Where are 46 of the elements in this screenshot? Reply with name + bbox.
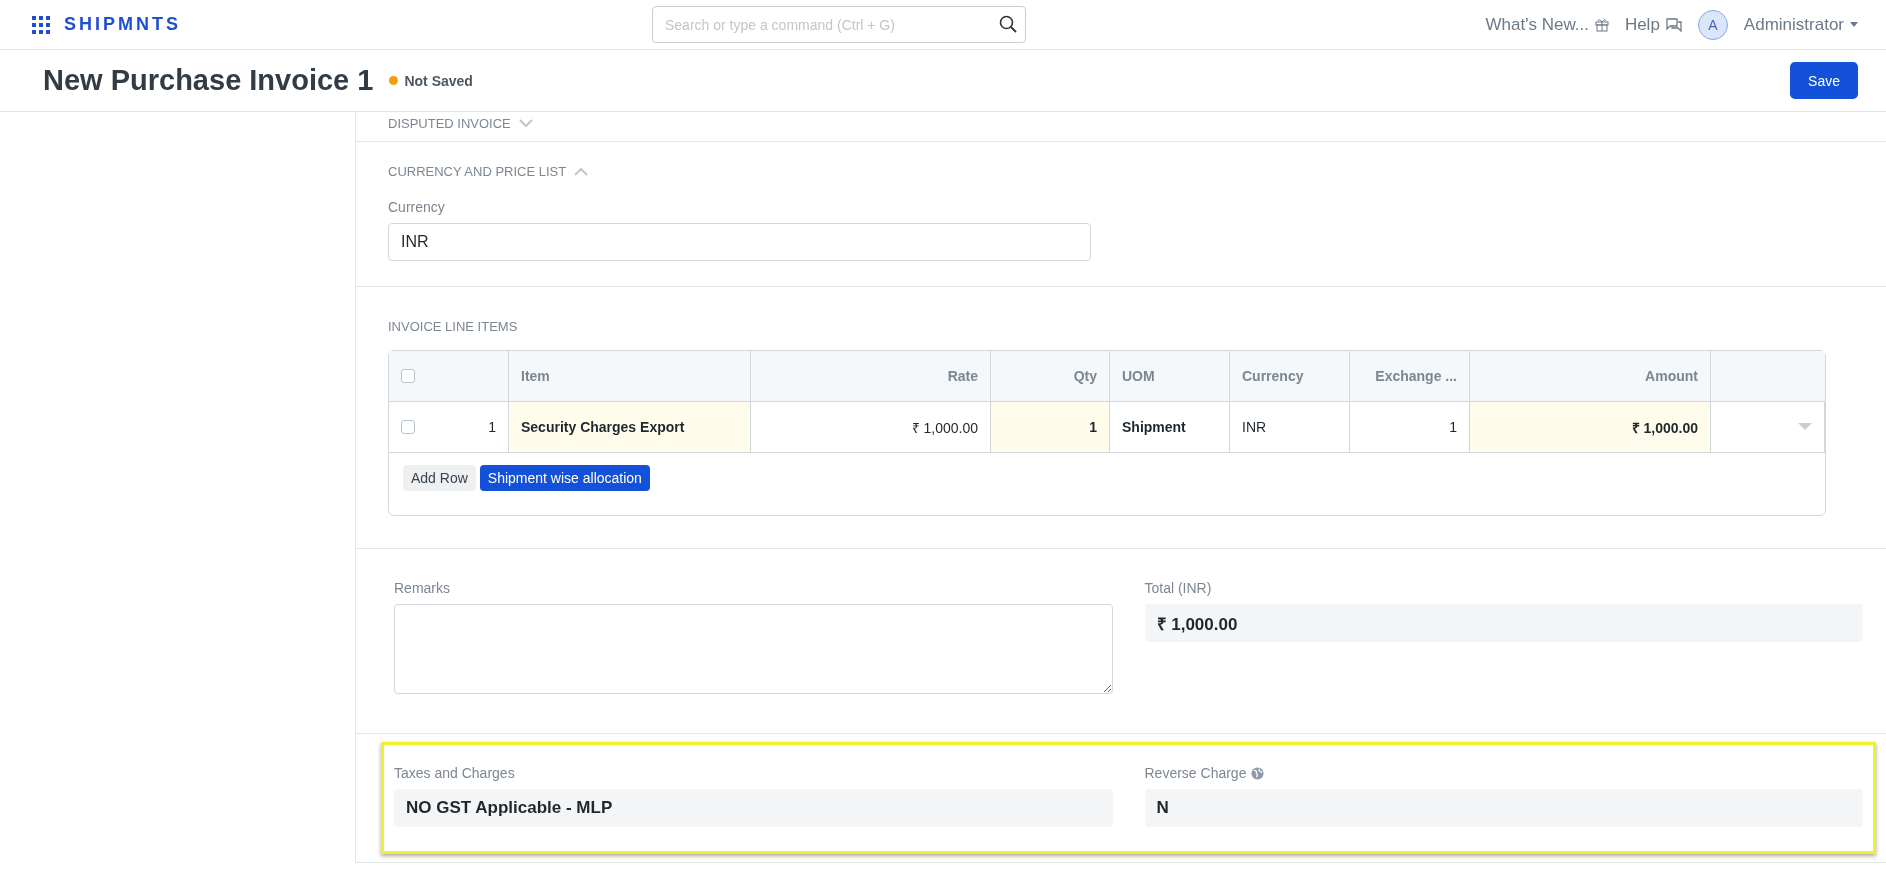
readonly-field: N [1144,789,1863,827]
column-header: Currency [1230,351,1350,401]
status-dot [389,76,399,85]
field-label: Remarks [394,580,450,596]
field-label: Currency [388,199,445,215]
save-button[interactable]: Save [1790,62,1858,99]
column-header: Item [509,351,751,401]
brand-logo[interactable]: SHIPMNTS [64,14,181,35]
table-cell: Security Charges Export [509,402,751,452]
column-header: Rate [751,351,991,401]
field-label: Taxes and Charges [394,765,515,781]
user-menu[interactable]: Administrator [1743,14,1858,35]
column-header: Exchange ... [1350,351,1470,401]
chevron-icon[interactable] [518,119,533,128]
currency-field[interactable]: INR [388,223,1091,261]
table-cell: ₹ 1,000.00 [1470,402,1711,452]
table-cell: 1 [991,402,1110,452]
readonly-field: ₹ 1,000.00 [1144,604,1863,642]
column-header: Amount [1470,351,1711,401]
field-label: Reverse Charge [1144,765,1247,781]
checkbox[interactable] [401,369,415,383]
field-label: Total (INR) [1144,580,1212,596]
table-button[interactable]: Shipment wise allocation [479,465,650,491]
section-title[interactable]: DISPUTED INVOICE [388,116,511,131]
help-link[interactable]: Help [1624,14,1682,35]
gift-icon [1594,17,1609,32]
status-text: Not Saved [404,72,473,89]
table-button[interactable]: Add Row [403,465,476,491]
chat-icon [1665,17,1682,32]
search-icon [999,15,1017,33]
search-field[interactable]: Search or type a command (Ctrl + G) [652,6,1026,43]
whats-new-link[interactable]: What's New... [1485,14,1609,35]
section-title: INVOICE LINE ITEMS [388,319,518,334]
dropdown-icon[interactable] [1798,423,1812,431]
caret-icon [1850,22,1858,27]
remarks-field[interactable] [394,604,1113,694]
column-header: Qty [991,351,1110,401]
grid-menu-icon[interactable] [32,15,50,34]
checkbox[interactable] [401,420,415,434]
chevron-icon[interactable] [574,167,589,176]
row-number: 1 [488,419,496,435]
section-title[interactable]: CURRENCY AND PRICE LIST [388,164,567,179]
column-header: UOM [1110,351,1230,401]
readonly-field: NO GST Applicable - MLP [394,789,1113,827]
page-title: New Purchase Invoice 1 [43,64,374,97]
user-avatar[interactable]: A [1697,9,1728,40]
